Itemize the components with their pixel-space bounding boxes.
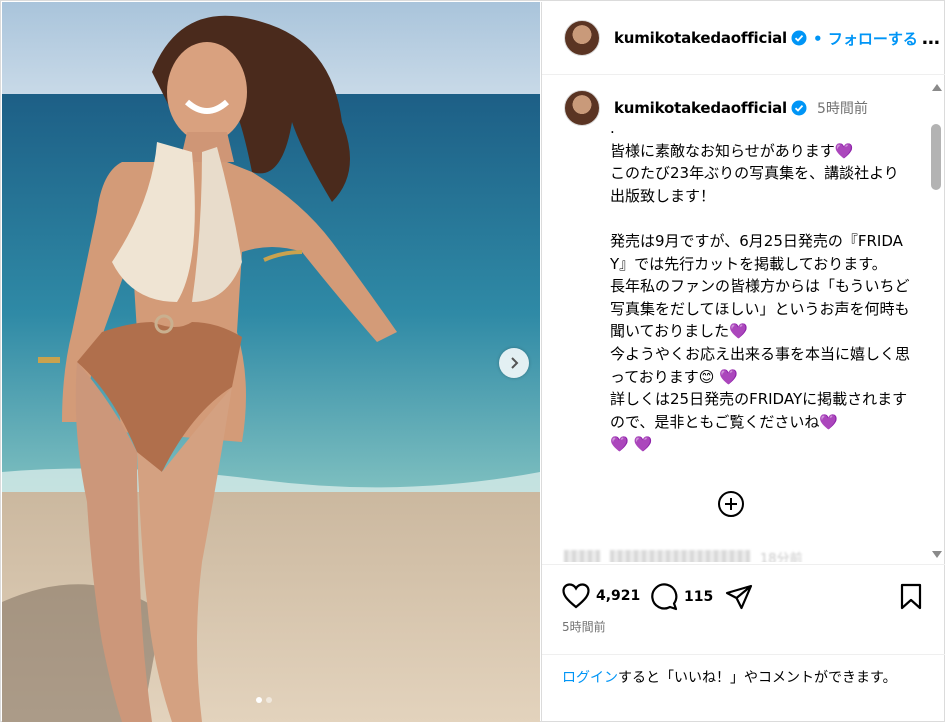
username[interactable]: kumikotakedaofficial	[614, 29, 787, 47]
blurred-comment-time: 18分前	[760, 551, 803, 563]
avatar[interactable]	[564, 20, 600, 56]
save-button[interactable]	[899, 583, 923, 611]
blurred-comment-preview: 18分前	[564, 548, 803, 562]
login-prompt-text: すると「いいね！」やコメントができます。	[618, 670, 897, 686]
carousel-dot-active	[256, 697, 262, 703]
blurred-avatar	[564, 550, 600, 562]
like-button[interactable]: 4,921	[562, 583, 640, 609]
login-prompt: ログインすると「いいね！」やコメントができます。	[542, 654, 945, 689]
scrollbar-thumb[interactable]	[931, 124, 941, 190]
comments-area: kumikotakedaofficial 5時間前 . 皆様に素敵なお知らせがあ…	[542, 76, 945, 562]
action-bar: 4,921 115	[542, 564, 945, 624]
add-comment-icon	[718, 491, 744, 517]
posted-time: 5時間前	[562, 620, 606, 634]
comment-icon	[651, 583, 678, 611]
load-more-comments-button[interactable]	[717, 490, 745, 522]
bookmark-icon	[900, 583, 922, 610]
likes-count: 4,921	[596, 588, 641, 604]
share-button[interactable]	[725, 583, 753, 611]
verified-badge-icon	[791, 100, 807, 116]
post-photo[interactable]	[2, 2, 540, 722]
login-link[interactable]: ログイン	[562, 670, 618, 686]
post-side-panel: kumikotakedaofficial • フォローする … kumikota…	[541, 2, 945, 722]
caption-time: 5時間前	[817, 101, 868, 117]
caption-avatar[interactable]	[564, 90, 600, 126]
comment-button[interactable]: 115	[650, 583, 713, 611]
instagram-post-embed: kumikotakedaofficial • フォローする … kumikota…	[0, 0, 945, 722]
chevron-right-icon	[511, 357, 519, 369]
carousel-next-button[interactable]	[499, 348, 529, 378]
carousel-dot	[266, 697, 272, 703]
caption-text: . 皆様に素敵なお知らせがあります💜 このたび23年ぶりの写真集を、講談社より出…	[610, 119, 911, 454]
share-icon	[725, 584, 753, 610]
follow-separator: •	[813, 29, 823, 48]
follow-label: フォローする	[827, 29, 918, 48]
post-header: kumikotakedaofficial • フォローする …	[542, 2, 945, 75]
blurred-username	[610, 550, 750, 562]
scroll-down-arrow-icon[interactable]	[932, 551, 942, 558]
comments-count: 115	[684, 589, 714, 605]
carousel-indicator	[256, 697, 272, 703]
heart-icon	[562, 583, 590, 609]
more-options-icon[interactable]: …	[922, 28, 941, 49]
verified-badge-icon	[791, 30, 807, 46]
follow-button[interactable]: • フォローする	[813, 28, 918, 49]
scroll-up-arrow-icon[interactable]	[932, 84, 942, 91]
beach-photo-illustration	[2, 2, 540, 722]
comments-scrollbar[interactable]	[929, 84, 943, 558]
caption-username[interactable]: kumikotakedaofficial	[614, 99, 787, 117]
